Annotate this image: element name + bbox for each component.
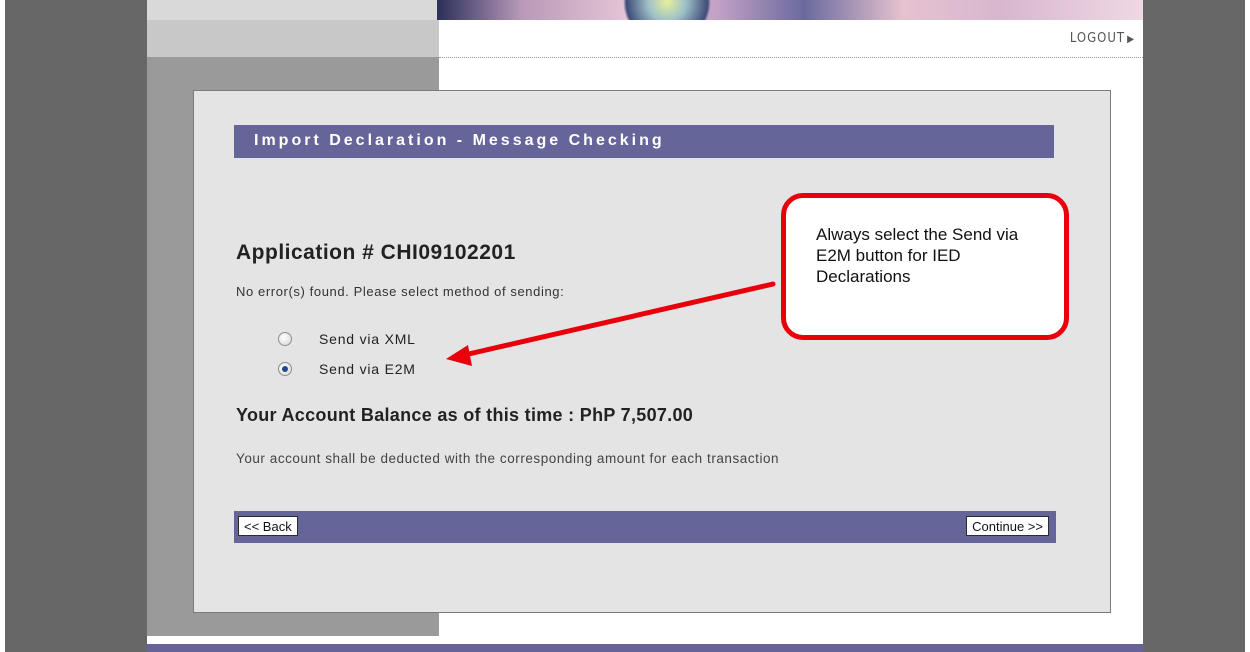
screenshot-frame: LOGOUT ▶ Import Declaration - Message Che… (0, 0, 1250, 652)
annotation-callout: Always select the Send via E2M button fo… (781, 193, 1069, 340)
action-bar: << Back Continue >> (234, 511, 1056, 543)
send-option-e2m[interactable]: Send via E2M (278, 359, 416, 379)
radio-send-xml[interactable] (278, 332, 292, 346)
back-button[interactable]: << Back (238, 516, 298, 536)
top-nav-bar: LOGOUT ▶ (439, 20, 1143, 58)
left-sidebar-header (147, 20, 439, 57)
callout-text: Always select the Send via E2M button fo… (816, 225, 1019, 286)
header-banner (147, 0, 1143, 20)
message-checking-panel: Import Declaration - Message Checking Ap… (193, 90, 1111, 613)
radio-send-e2m[interactable] (278, 362, 292, 376)
status-message: No error(s) found. Please select method … (236, 284, 565, 299)
panel-title-bar: Import Declaration - Message Checking (234, 125, 1054, 158)
outer-border-right (1143, 0, 1245, 636)
footer-bar (147, 644, 1143, 652)
logout-link[interactable]: LOGOUT ▶ (1070, 31, 1135, 46)
logout-label: LOGOUT (1069, 31, 1126, 46)
account-balance: Your Account Balance as of this time : P… (236, 405, 694, 425)
page-title: Import Declaration - Message Checking (254, 132, 665, 149)
outer-border-left (5, 0, 147, 636)
continue-button[interactable]: Continue >> (966, 516, 1049, 536)
application-number: Application # CHI09102201 (236, 241, 516, 264)
send-option-label: Send via E2M (319, 361, 416, 377)
banner-image (437, 0, 1143, 20)
triangle-right-icon: ▶ (1127, 34, 1135, 45)
send-option-xml[interactable]: Send via XML (278, 329, 416, 349)
send-option-label: Send via XML (319, 331, 416, 347)
deduction-note: Your account shall be deducted with the … (236, 451, 780, 466)
